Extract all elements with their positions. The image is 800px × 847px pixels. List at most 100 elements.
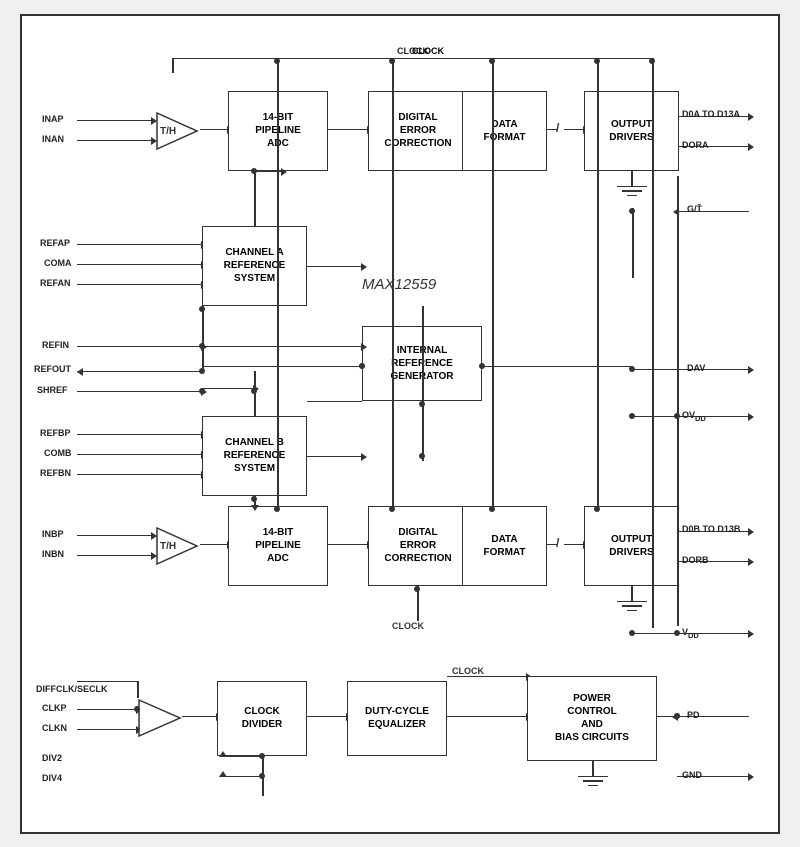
gnd-pwr	[578, 776, 608, 787]
shref-label: SHREF	[37, 385, 68, 395]
adc-b-to-dec-b	[328, 544, 368, 546]
dot-intref-to-right	[479, 363, 485, 369]
buf-to-clkdiv	[182, 716, 217, 718]
gnd-v-b	[631, 586, 633, 601]
dot-div4	[259, 773, 265, 779]
inbp-label: INBP	[42, 529, 64, 539]
diffclk-v	[137, 681, 139, 698]
inbp-line	[77, 535, 152, 537]
diffclk-label: DIFFCLK/SECLK	[36, 684, 108, 694]
clock-bus-top	[172, 58, 652, 60]
gnd-v-a	[631, 171, 633, 186]
adc-b-block: 14-BITPIPELINEADC	[228, 506, 328, 586]
th-block-a: T/H	[152, 111, 202, 151]
clk-drop-adc-b	[277, 58, 279, 506]
comb-line	[77, 454, 202, 456]
refap-line	[77, 244, 202, 246]
refin-to-intref	[202, 346, 362, 348]
div4-h-line	[222, 776, 262, 778]
clk-drop-dec-b	[392, 58, 394, 506]
clock-mid-label: CLOCK	[452, 666, 484, 676]
vdd-connect	[632, 633, 677, 635]
intref-to-right	[482, 366, 632, 368]
dot-ref-a-up	[251, 168, 257, 174]
clkdiv-to-duty	[307, 716, 347, 718]
refbn-line	[77, 474, 202, 476]
max-label: MAX12559	[362, 276, 436, 293]
dorb-label: DORB	[682, 555, 709, 565]
gnd-label: GND	[682, 770, 702, 780]
intref-v-main	[422, 326, 424, 461]
ref-a-block: CHANNEL AREFERENCESYSTEM	[202, 226, 307, 306]
fmt-b-block: DATAFORMAT	[462, 506, 547, 586]
refbp-label: REFBP	[40, 428, 71, 438]
gt-label: G/T̄	[687, 204, 702, 214]
dot-clk-dec-b	[389, 506, 395, 512]
intref-to-refb-arrow	[307, 456, 362, 458]
pwr-block: POWERCONTROLANDBIAS CIRCUITS	[527, 676, 657, 761]
intref-to-refa-v	[422, 306, 424, 326]
refout-v	[202, 306, 204, 371]
dot-diffclk	[134, 706, 140, 712]
buffer-symbol	[137, 698, 182, 738]
dot-intref-down	[359, 363, 365, 369]
dot-clk-fmt-b	[489, 506, 495, 512]
dot-clk-drv-b	[594, 506, 600, 512]
refin-line	[77, 346, 202, 348]
dot-pwr-right	[674, 713, 680, 719]
clk-drop-drv-b	[597, 58, 599, 506]
dot-intref-mid	[419, 401, 425, 407]
fmt-a-block: DATAFORMAT	[462, 91, 547, 171]
diagram-container: CLOCK CLOCK T/H INAP INAN 14-BITPIPELINE…	[20, 14, 780, 834]
ovdd-connect	[632, 416, 677, 418]
clkp-line	[77, 709, 137, 711]
pd-label: PD	[687, 710, 700, 720]
drv-b-block: OUTPUTDRIVERS	[584, 506, 679, 586]
slash-b2: /	[556, 536, 559, 550]
refap-label: REFAP	[40, 238, 70, 248]
dav-label: DAV	[687, 363, 705, 373]
dot-div2	[259, 753, 265, 759]
adc-a-to-dec-a	[328, 129, 368, 131]
refa-to-adc-h	[307, 266, 362, 268]
refan-line	[77, 284, 202, 286]
svg-text:T/H: T/H	[160, 126, 176, 137]
ref-a-to-adc-a-v	[254, 171, 256, 226]
dot-intref-refb	[419, 453, 425, 459]
ovdd-label: OVDD	[682, 410, 706, 423]
refin-label: REFIN	[42, 340, 69, 350]
fmt-a-to-drv-a-2	[564, 129, 584, 131]
vdd-label: VDD	[682, 627, 699, 640]
clk-div-block: CLOCKDIVIDER	[217, 681, 307, 756]
dot-refin	[199, 343, 205, 349]
clkn-label: CLKN	[42, 723, 67, 733]
coma-label: COMA	[44, 258, 72, 268]
inan-line	[77, 140, 152, 142]
th-block-b: T/H	[152, 526, 202, 566]
gnd-b	[617, 601, 647, 612]
dec-b-block: DIGITALERRORCORRECTION	[368, 506, 468, 586]
slash-a2: /	[556, 121, 559, 135]
refout-arrow	[77, 368, 83, 376]
dot-gt	[629, 208, 635, 214]
dot-ref-a-bottom	[199, 306, 205, 312]
refan-label: REFAN	[40, 278, 71, 288]
inap-label: INAP	[42, 114, 64, 124]
refbp-line	[77, 434, 202, 436]
th-a-to-adc-a	[200, 129, 228, 131]
intref-to-refa-h	[307, 401, 362, 403]
inap-line	[77, 120, 152, 122]
shref-to-ref-a	[202, 388, 254, 390]
div4-label: DIV4	[42, 773, 62, 783]
inbn-label: INBN	[42, 549, 64, 559]
inbn-line	[77, 555, 152, 557]
right-bus-v	[677, 176, 679, 626]
dot-right-clock	[649, 58, 655, 64]
fmt-b-to-drv-b-2	[564, 544, 584, 546]
refout-line	[77, 371, 202, 373]
d0a-label: D0A TO D13A	[682, 109, 740, 119]
gt-v-line	[632, 208, 634, 278]
duty-block: DUTY-CYCLEEQUALIZER	[347, 681, 447, 756]
clkp-label: CLKP	[42, 703, 67, 713]
refbn-label: REFBN	[40, 468, 71, 478]
